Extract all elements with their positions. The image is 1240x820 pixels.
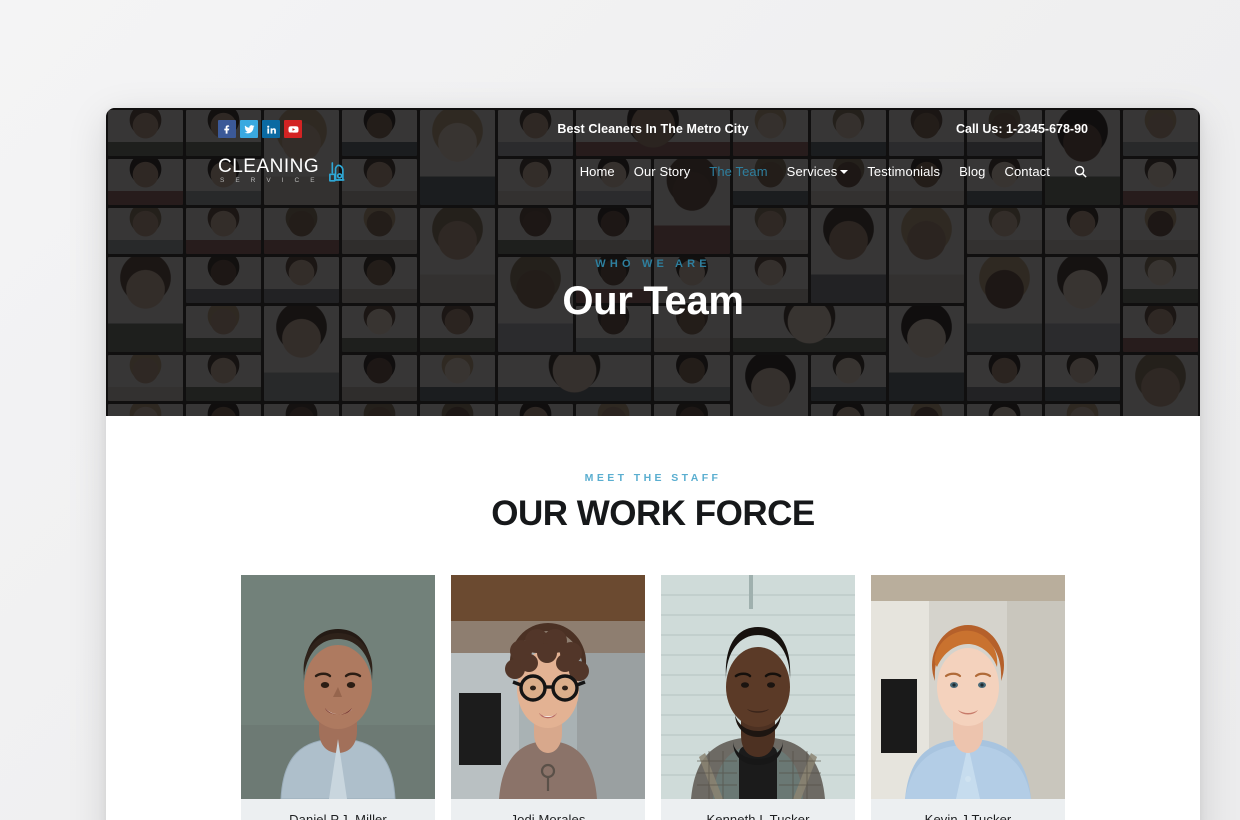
nav-item-the-team[interactable]: The Team xyxy=(709,164,767,179)
team-member-photo xyxy=(241,575,435,799)
hero-section: Best Cleaners In The Metro City Call Us:… xyxy=(106,108,1200,416)
team-card[interactable]: Kenneth L Tucker xyxy=(661,575,855,820)
section-title: OUR WORK FORCE xyxy=(491,494,815,533)
logo-sub-text: S E R V I C E xyxy=(220,177,320,185)
nav-item-home[interactable]: Home xyxy=(580,164,615,179)
facebook-icon[interactable] xyxy=(218,120,236,138)
browser-window: Best Cleaners In The Metro City Call Us:… xyxy=(106,108,1200,820)
team-member-photo xyxy=(451,575,645,799)
team-grid: Daniel P.J. Miller Jodi Morales Kenneth … xyxy=(106,575,1200,820)
search-icon[interactable] xyxy=(1073,164,1088,179)
site-logo[interactable]: CLEANING S E R V I C E xyxy=(218,157,351,185)
section-kicker: MEET THE STAFF xyxy=(584,472,722,484)
team-member-name: Kenneth L Tucker xyxy=(661,799,855,820)
logo-main-text: CLEANING xyxy=(218,156,320,178)
team-member-name: Daniel P.J. Miller xyxy=(241,799,435,820)
logo-text: CLEANING S E R V I C E xyxy=(218,157,319,185)
team-member-photo xyxy=(661,575,855,799)
nav-item-our-story[interactable]: Our Story xyxy=(634,164,691,179)
main-navigation-bar: CLEANING S E R V I C E Home Our Story Th… xyxy=(106,150,1200,192)
call-us-phone[interactable]: Call Us: 1-2345-678-90 xyxy=(956,122,1088,136)
nav-item-testimonials[interactable]: Testimonials xyxy=(867,164,940,179)
twitter-icon[interactable] xyxy=(240,120,258,138)
top-utility-bar: Best Cleaners In The Metro City Call Us:… xyxy=(106,108,1200,150)
team-card[interactable]: Jodi Morales xyxy=(451,575,645,820)
team-member-name: Kevin J Tucker xyxy=(871,799,1065,820)
linkedin-icon[interactable] xyxy=(262,120,280,138)
social-links xyxy=(218,120,302,138)
team-member-name: Jodi Morales xyxy=(451,799,645,820)
main-content: MEET THE STAFF OUR WORK FORCE Daniel P.J… xyxy=(106,416,1200,820)
nav-item-contact[interactable]: Contact xyxy=(1004,164,1050,179)
nav-item-blog[interactable]: Blog xyxy=(959,164,985,179)
team-member-photo xyxy=(871,575,1065,799)
page-background: Best Cleaners In The Metro City Call Us:… xyxy=(0,0,1240,820)
nav-links: Home Our Story The Team Services Testimo… xyxy=(580,164,1088,179)
chevron-down-icon xyxy=(840,170,849,175)
hero-heading-block: WHO WE ARE Our Team xyxy=(106,258,1200,324)
team-card[interactable]: Kevin J Tucker xyxy=(871,575,1065,820)
page-title: Our Team xyxy=(562,279,744,323)
youtube-icon[interactable] xyxy=(284,120,302,138)
hero-kicker: WHO WE ARE xyxy=(595,258,711,270)
vacuum-cleaner-icon xyxy=(325,158,351,184)
nav-item-services-label: Services xyxy=(786,163,838,179)
team-card[interactable]: Daniel P.J. Miller xyxy=(241,575,435,820)
nav-item-services[interactable]: Services xyxy=(787,164,849,179)
